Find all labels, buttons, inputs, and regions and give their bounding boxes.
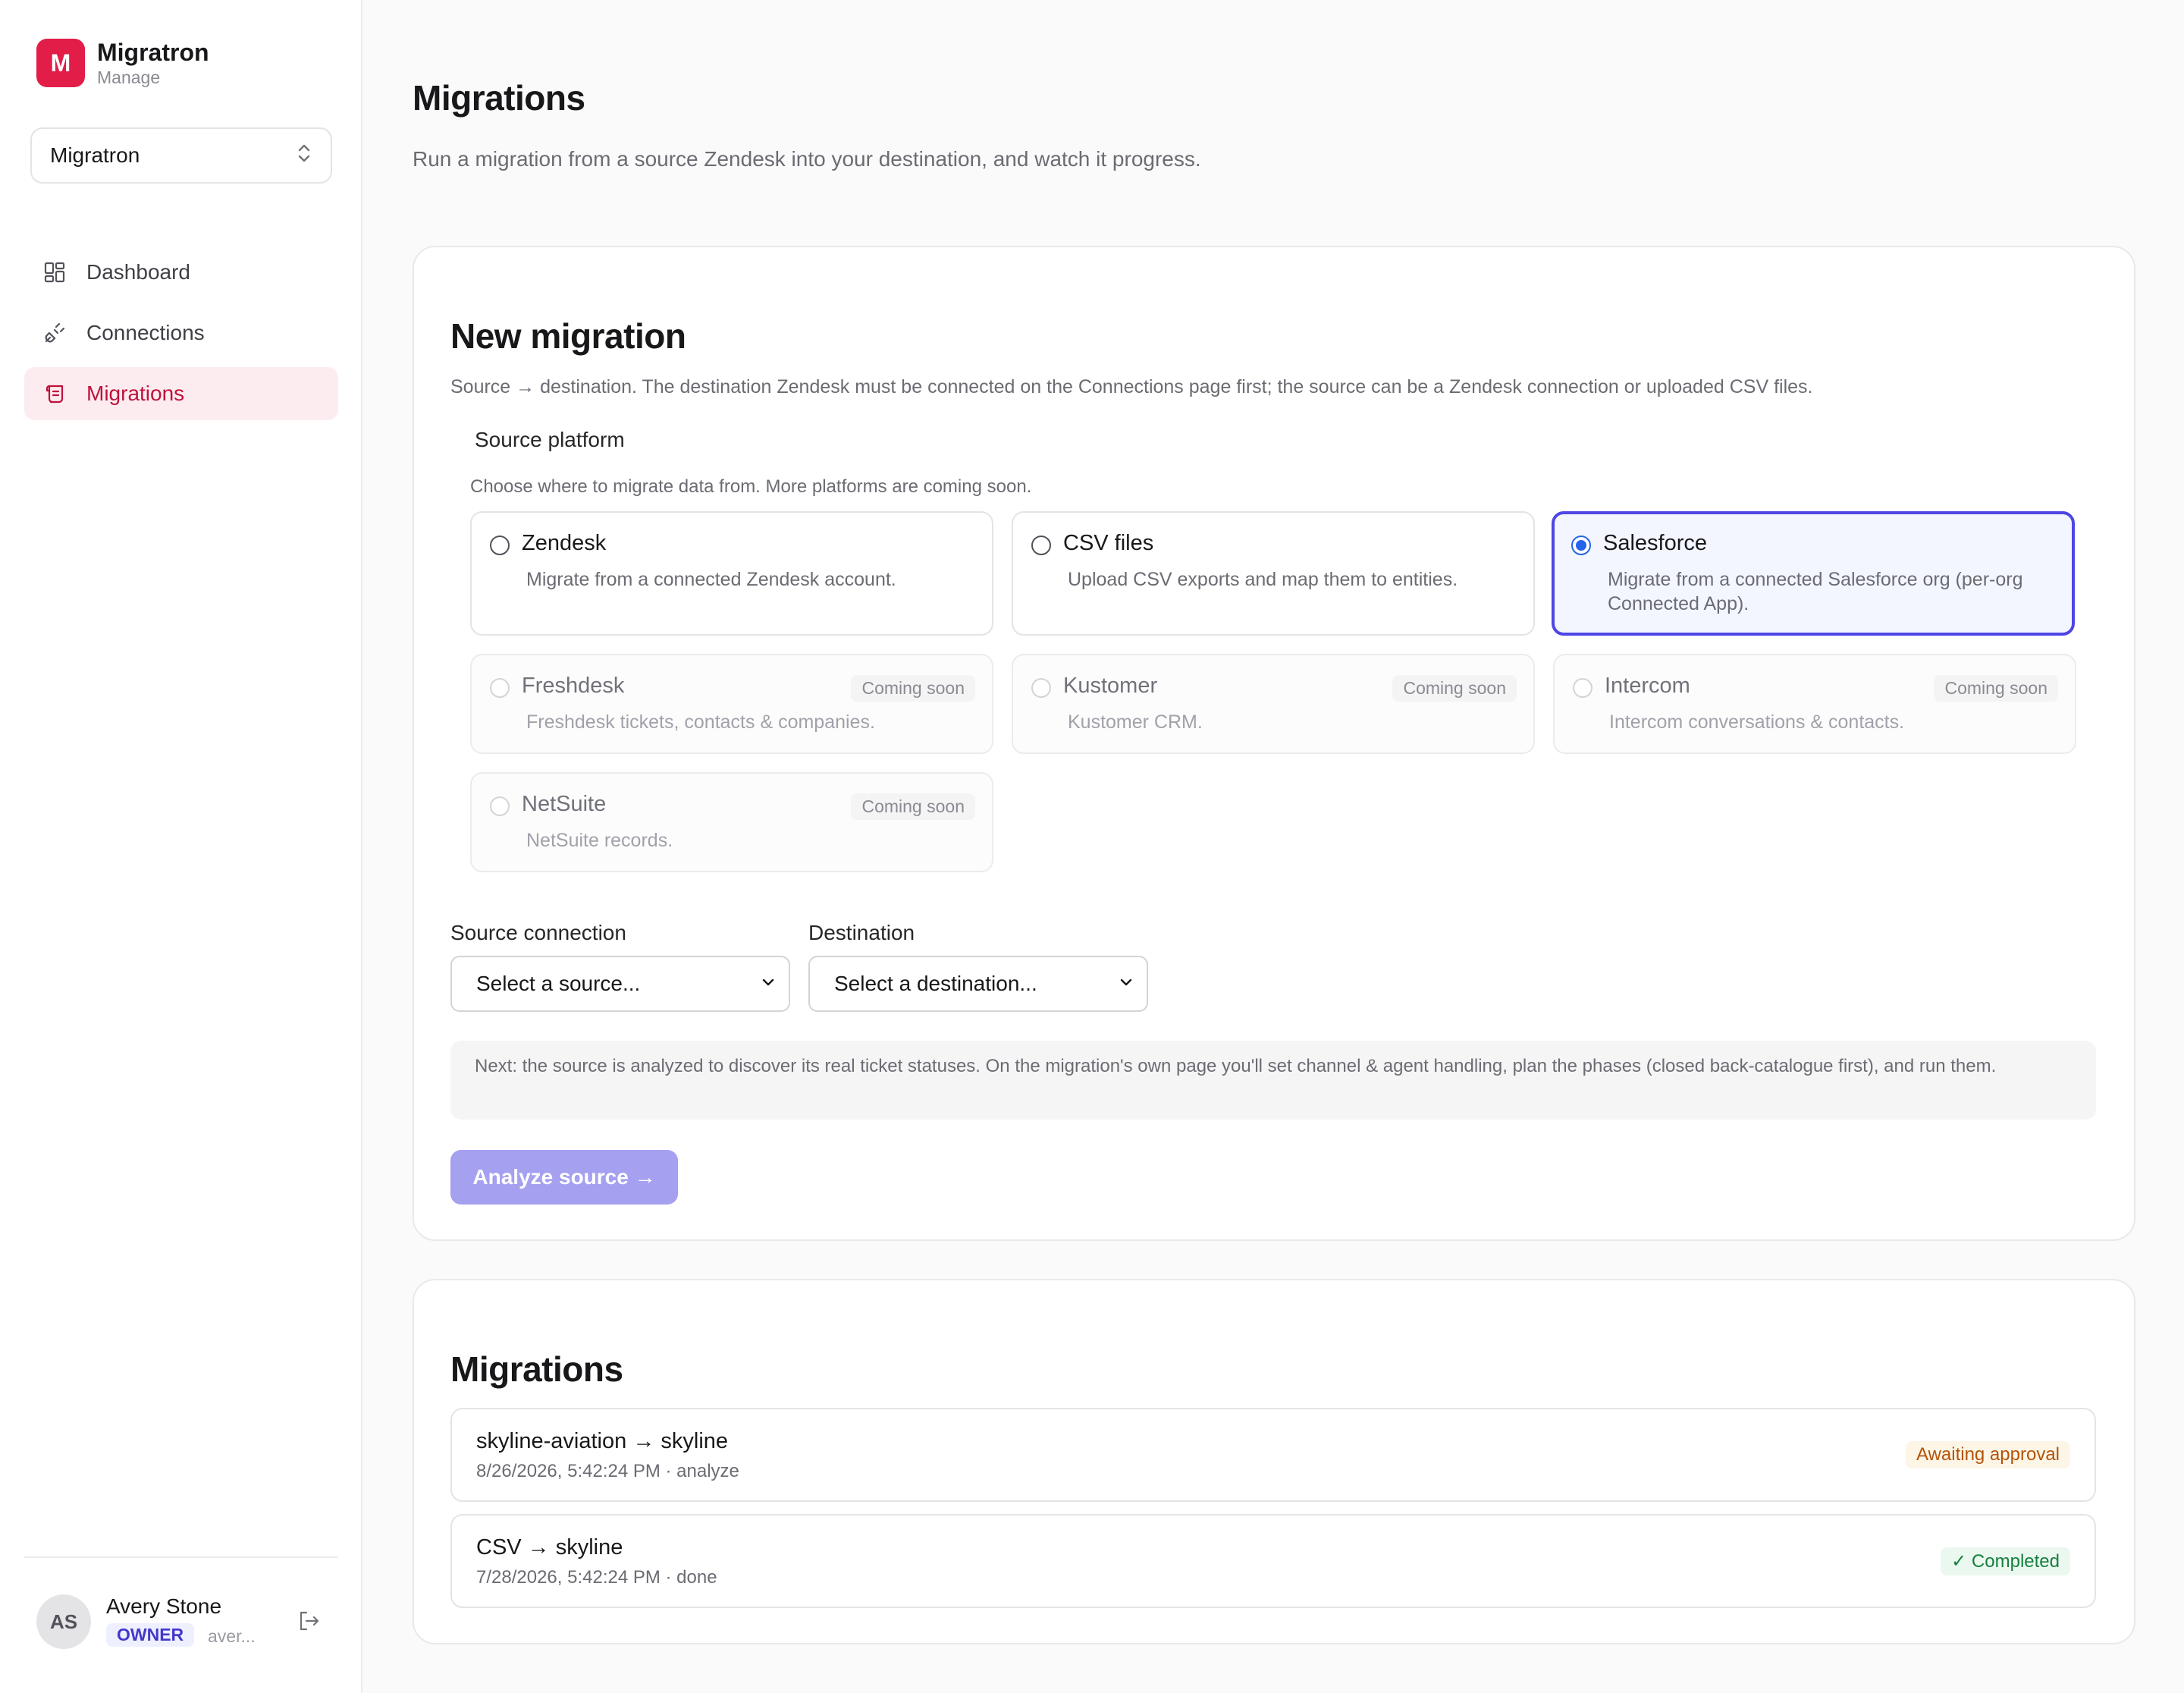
- radio-button[interactable]: [1031, 536, 1051, 555]
- status-badge: ✓ Completed: [1941, 1547, 2070, 1575]
- platform-name: NetSuite: [522, 792, 607, 816]
- new-migration-title: New migration: [450, 316, 686, 356]
- sidebar-item-migrations[interactable]: Migrations: [24, 367, 338, 420]
- main-content: Migrations Run a migration from a source…: [362, 0, 2184, 1693]
- platform-option-intercom: Intercom Coming soon Intercom conversati…: [1553, 654, 2076, 754]
- user-email: aver...: [208, 1626, 256, 1646]
- platform-description: NetSuite records.: [526, 830, 673, 851]
- app-name: Migratron: [97, 39, 209, 66]
- source-platform-label: Source platform: [475, 428, 625, 451]
- coming-soon-badge: Coming soon: [1392, 675, 1517, 702]
- page-title: Migrations: [413, 78, 585, 118]
- source-connection-label: Source connection: [450, 921, 626, 944]
- logout-icon[interactable]: [296, 1608, 322, 1634]
- source-connection-value: Select a source...: [476, 972, 641, 995]
- brand-text: Migratron Manage: [97, 38, 209, 88]
- platform-option-csv-files[interactable]: CSV files Upload CSV exports and map the…: [1012, 511, 1535, 636]
- scroll-icon: [42, 382, 67, 406]
- user-area: AS Avery Stone OWNER aver...: [24, 1556, 338, 1670]
- platform-name: CSV files: [1063, 531, 1154, 555]
- destination-select[interactable]: Select a destination...: [808, 956, 1148, 1012]
- brand[interactable]: M Migratron Manage: [36, 38, 209, 88]
- plug-icon: [42, 321, 67, 345]
- platform-description: Upload CSV exports and map them to entit…: [1068, 569, 1458, 590]
- source-platform-help: Choose where to migrate data from. More …: [470, 476, 1032, 497]
- analyze-source-button[interactable]: Analyze source →: [450, 1150, 678, 1205]
- sidebar: M Migratron Manage Migratron Dashboard C…: [0, 0, 362, 1693]
- sidebar-item-label: Dashboard: [86, 260, 190, 284]
- coming-soon-badge: Coming soon: [851, 675, 975, 702]
- migration-row[interactable]: skyline-aviation → skyline 8/26/2026, 5:…: [450, 1408, 2096, 1502]
- platform-name: Kustomer: [1063, 674, 1158, 698]
- destination-value: Select a destination...: [834, 972, 1037, 995]
- sidebar-item-dashboard[interactable]: Dashboard: [24, 246, 338, 299]
- platform-description: Migrate from a connected Salesforce org …: [1608, 569, 2023, 614]
- dashboard-icon: [42, 260, 67, 284]
- platform-option-zendesk[interactable]: Zendesk Migrate from a connected Zendesk…: [470, 511, 993, 636]
- platform-name: Salesforce: [1603, 531, 1708, 555]
- migrations-list-title: Migrations: [450, 1349, 623, 1389]
- radio-button: [1031, 678, 1051, 698]
- new-migration-card: New migration Source → destination. The …: [413, 246, 2135, 1241]
- platform-name: Freshdesk: [522, 674, 625, 698]
- coming-soon-badge: Coming soon: [851, 793, 975, 820]
- migration-title: skyline-aviation → skyline: [476, 1429, 729, 1453]
- migration-row[interactable]: CSV → skyline 7/28/2026, 5:42:24 PM · do…: [450, 1514, 2096, 1608]
- avatar[interactable]: AS: [36, 1594, 91, 1649]
- platform-description: Freshdesk tickets, contacts & companies.: [526, 711, 875, 733]
- org-selector[interactable]: Migratron: [30, 127, 332, 184]
- brand-logo: M: [36, 39, 85, 87]
- migrations-list-card: Migrations skyline-aviation → skyline 8/…: [413, 1279, 2135, 1644]
- sidebar-item-label: Migrations: [86, 382, 185, 405]
- status-badge: Awaiting approval: [1905, 1441, 2070, 1468]
- platform-name: Intercom: [1605, 674, 1690, 698]
- source-connection-select[interactable]: Select a source...: [450, 956, 790, 1012]
- platform-option-netsuite: NetSuite Coming soon NetSuite records.: [470, 772, 993, 872]
- role-badge: OWNER: [106, 1623, 195, 1647]
- sidebar-item-connections[interactable]: Connections: [24, 306, 338, 360]
- radio-button[interactable]: [1571, 536, 1591, 555]
- sidebar-nav: Dashboard Connections Migrations: [24, 246, 338, 428]
- platform-option-salesforce[interactable]: Salesforce Migrate from a connected Sale…: [1552, 511, 2075, 636]
- platform-description: Kustomer CRM.: [1068, 711, 1203, 733]
- sidebar-item-label: Connections: [86, 321, 205, 344]
- migration-meta: 7/28/2026, 5:42:24 PM · done: [476, 1567, 717, 1588]
- platform-name: Zendesk: [522, 531, 607, 555]
- platform-description: Migrate from a connected Zendesk account…: [526, 569, 896, 590]
- radio-button[interactable]: [490, 536, 510, 555]
- chevron-up-down-icon: [296, 142, 312, 170]
- platform-description: Intercom conversations & contacts.: [1609, 711, 1905, 733]
- platform-option-kustomer: Kustomer Coming soon Kustomer CRM.: [1012, 654, 1535, 754]
- radio-button: [490, 796, 510, 816]
- platform-option-freshdesk: Freshdesk Coming soon Freshdesk tickets,…: [470, 654, 993, 754]
- next-steps-note: Next: the source is analyzed to discover…: [450, 1041, 2096, 1120]
- destination-label: Destination: [808, 921, 915, 944]
- new-migration-description: Source → destination. The destination Ze…: [450, 376, 1813, 397]
- migration-meta: 8/26/2026, 5:42:24 PM · analyze: [476, 1461, 739, 1481]
- radio-button: [490, 678, 510, 698]
- coming-soon-badge: Coming soon: [1934, 675, 2058, 702]
- app-subtitle: Manage: [97, 68, 161, 87]
- page-subtitle: Run a migration from a source Zendesk in…: [413, 147, 1201, 171]
- chevron-down-icon: [1118, 972, 1134, 996]
- migration-title: CSV → skyline: [476, 1535, 623, 1560]
- org-selector-value: Migratron: [50, 143, 140, 167]
- user-name: Avery Stone: [106, 1594, 222, 1618]
- chevron-down-icon: [760, 972, 777, 996]
- radio-button: [1573, 678, 1592, 698]
